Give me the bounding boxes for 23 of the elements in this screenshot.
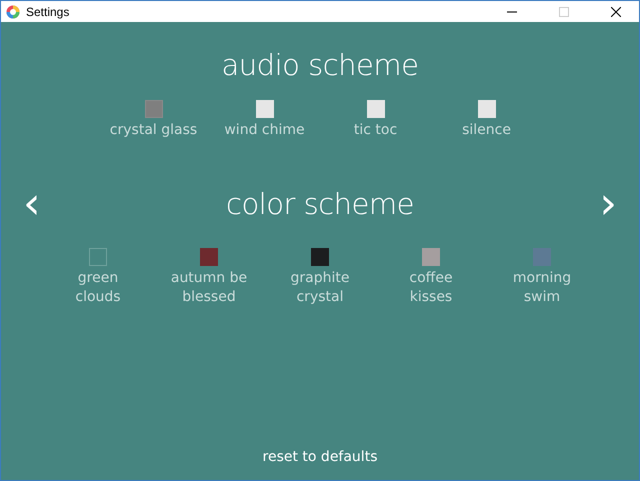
- color-swatch[interactable]: [89, 248, 107, 266]
- section-heading: audio scheme: [222, 48, 418, 82]
- previous-button[interactable]: ‹: [17, 182, 47, 226]
- sound-option-label: crystal glass: [110, 121, 198, 140]
- sound-option-label: tic toc: [354, 121, 398, 140]
- color-option-label: coffee kisses: [409, 269, 453, 307]
- color-swatch[interactable]: [200, 248, 218, 266]
- sound-option-checkbox[interactable]: [144, 100, 162, 118]
- maximize-icon: [559, 6, 569, 16]
- color-swatch[interactable]: [422, 248, 440, 266]
- color-swatch[interactable]: [311, 248, 329, 266]
- color-option-label: green clouds: [75, 269, 121, 307]
- close-icon: [611, 6, 621, 16]
- reset-button[interactable]: reset to defaults: [256, 448, 384, 466]
- window-title: Settings: [26, 4, 70, 18]
- sound-option-label: wind chime: [224, 121, 305, 140]
- color-option-label: morning swim: [512, 269, 572, 307]
- next-button[interactable]: ›: [593, 182, 623, 226]
- color-option-label: graphite crystal: [290, 269, 350, 307]
- app-icon: [6, 4, 20, 18]
- section-heading: color scheme: [226, 187, 414, 221]
- sound-option-label: silence: [462, 121, 511, 140]
- color-option-label: autumn be blessed: [170, 269, 248, 307]
